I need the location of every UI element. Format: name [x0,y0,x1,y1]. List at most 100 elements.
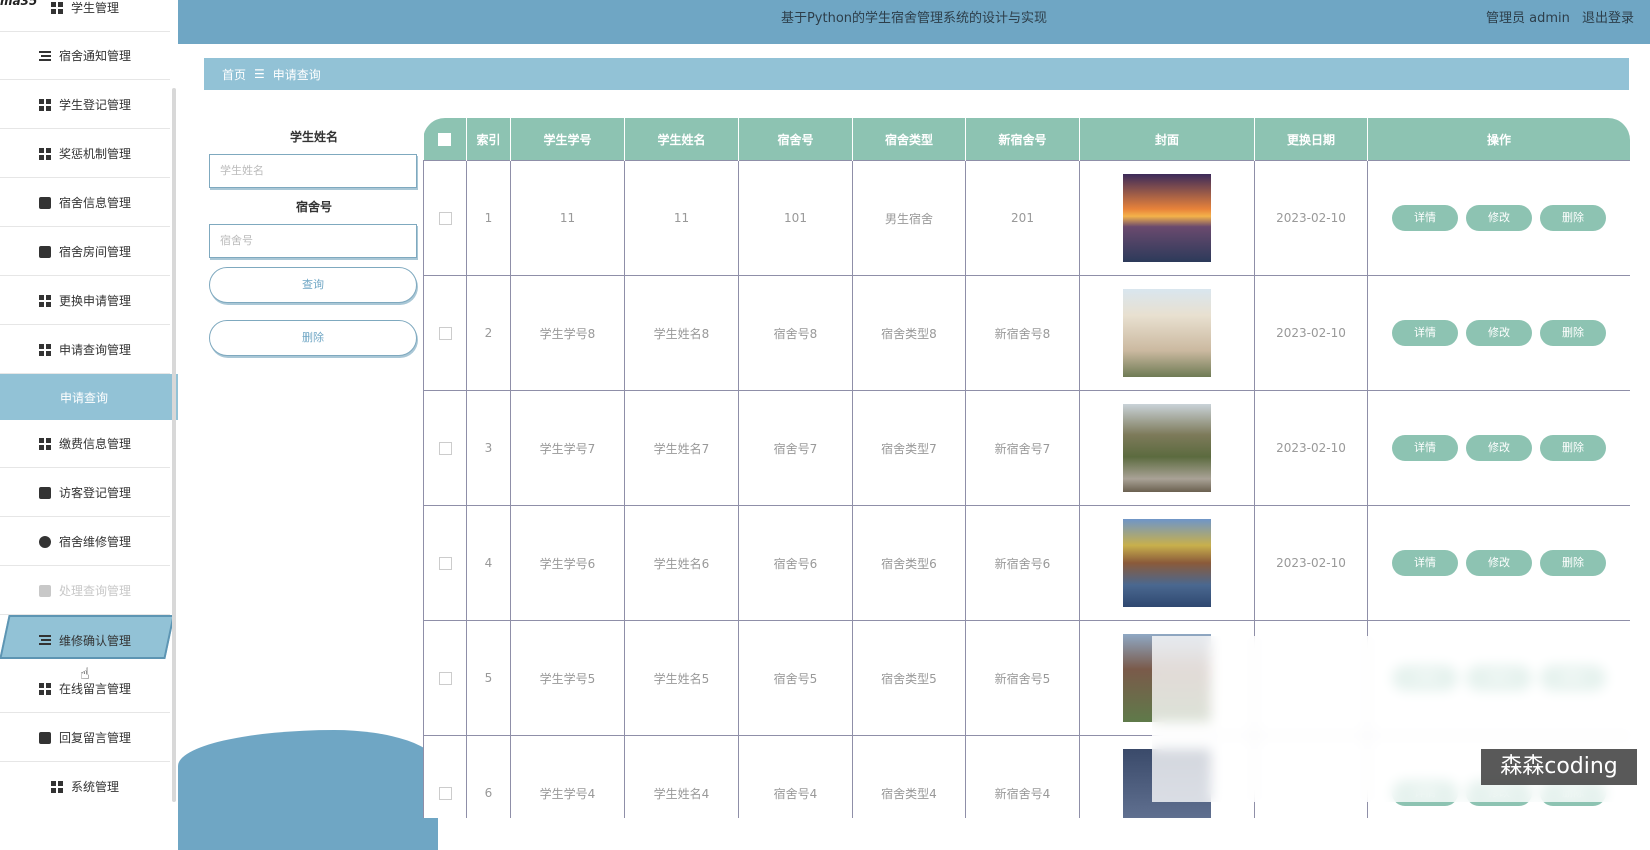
sidebar-item-system[interactable]: 系统管理 [0,763,170,802]
detail-button[interactable]: 详情 [1392,320,1458,346]
cell-student-name: 学生姓名5 [624,620,739,736]
sidebar-item-reply[interactable]: 回复留言管理 [0,714,170,762]
sidebar-item-label: 处理查询管理 [58,584,131,598]
detail-button[interactable]: 详情 [1392,205,1458,231]
table-row: 3 学生学号7 学生姓名7 宿舍号7 宿舍类型7 新宿舍号7 2023-02-10 详情 修改删… [423,390,1630,506]
sidebar-item-payment[interactable]: 缴费信息管理 [0,420,170,468]
select-all-cell[interactable] [423,118,467,161]
detail-button[interactable]: 详情 [1392,435,1458,461]
cell-actions: 详情修改删除 [1367,390,1630,506]
cell-cover [1079,160,1255,276]
room-input[interactable]: 宿舍号 [209,224,417,258]
watermark: 森森coding [1481,749,1637,785]
cell-cover [1079,390,1255,506]
cover-image [1123,289,1211,377]
cell-room-type: 宿舍类型7 [852,390,966,506]
column-header: 宿舍类型 [852,118,966,161]
edit-button[interactable]: 修改 [1466,320,1532,346]
row-checkbox-cell [423,735,467,818]
row-checkbox[interactable] [438,212,452,225]
delete-button[interactable]: 删除 [1540,320,1606,346]
breadcrumb-home[interactable]: 首页 [222,66,246,83]
cell-student-id: 学生学号7 [510,390,625,506]
cell-actions: 详情修改删除 [1367,275,1630,391]
cell-student-name: 学生姓名6 [624,505,739,621]
grid-icon [38,294,51,307]
edit-button[interactable]: 修改 [1466,205,1532,231]
cell-new-room: 新宿舍号8 [965,275,1080,391]
row-checkbox-cell [423,505,467,621]
sidebar-item-label: 系统管理 [70,780,119,794]
cell-room-type: 宿舍类型4 [852,735,966,818]
delete-button[interactable]: 删除 [1540,435,1606,461]
cell-new-room: 新宿舍号7 [965,390,1080,506]
sidebar-item-repair[interactable]: 宿舍维修管理 [0,518,170,566]
cell-student-id: 11 [510,160,625,276]
edit-button[interactable]: 修改 [1466,550,1532,576]
sidebar-item-label: 宿舍通知管理 [58,49,131,63]
sidebar-item-register[interactable]: 学生登记管理 [0,81,170,129]
sidebar-item-dorm-info[interactable]: 宿舍信息管理 [0,179,170,227]
table-row: 2 学生学号8 学生姓名8 宿舍号8 宿舍类型8 新宿舍号8 2023-02-10 详情 修改删… [423,275,1630,391]
sidebar-item-request-query[interactable]: 申请查询管理 [0,326,170,374]
cover-image [1123,519,1211,607]
select-all-checkbox[interactable] [438,133,452,146]
cell-new-room: 新宿舍号6 [965,505,1080,621]
row-checkbox[interactable] [438,557,452,570]
cell-room: 宿舍号6 [738,505,853,621]
breadcrumb-separator-icon: ☰ [254,67,265,81]
sidebar-item-repair-confirm[interactable]: 维修确认管理 [0,616,170,664]
sidebar-item-label: 申请查询管理 [58,343,131,357]
delete-button[interactable]: 删除 [1540,550,1606,576]
row-checkbox[interactable] [438,327,452,340]
sidebar-item-label: 在线留言管理 [58,682,131,696]
cell-room-type: 宿舍类型6 [852,505,966,621]
table-row: 1 11 11 101 男生宿舍 201 2023-02-10 详情 修改 删除 [423,160,1630,276]
cell-new-room: 新宿舍号4 [965,735,1080,818]
sidebar-item-process-query[interactable]: 处理查询管理 [0,567,170,615]
sidebar-item-label: 宿舍维修管理 [58,535,131,549]
chat-icon [38,486,51,499]
edit-button[interactable]: 修改 [1466,435,1532,461]
monitor-icon [38,245,51,258]
sidebar-item-visitor[interactable]: 访客登记管理 [0,469,170,517]
cell-room: 宿舍号5 [738,620,853,736]
cell-student-name: 学生姓名4 [624,735,739,818]
cell-index: 1 [466,160,511,276]
top-header: 基于Python的学生宿舍管理系统的设计与实现 管理员 admin 退出登录 [178,0,1650,44]
sidebar-item-label: 缴费信息管理 [58,437,131,451]
grid-icon [50,780,63,793]
breadcrumb: 首页 ☰ 申请查询 [204,58,1629,90]
sidebar-item-label: 宿舍房间管理 [58,245,131,259]
delete-selected-button[interactable]: 删除 [209,320,417,356]
sidebar-item-change-request[interactable]: 更换申请管理 [0,277,170,325]
cell-student-id: 学生学号5 [510,620,625,736]
grid-icon [38,437,51,450]
sidebar-item-student[interactable]: 学生管理 [0,0,170,32]
row-checkbox[interactable] [438,672,452,685]
cell-actions: 详情修改删除 [1367,160,1630,276]
cell-student-name: 学生姓名7 [624,390,739,506]
cell-student-name: 11 [624,160,739,276]
row-checkbox[interactable] [438,787,452,800]
student-name-input[interactable]: 学生姓名 [209,154,417,188]
detail-button[interactable]: 详情 [1392,550,1458,576]
hand-cursor-icon: ☝ [80,664,90,683]
logout-link[interactable]: 退出登录 [1582,11,1634,26]
cell-room: 宿舍号4 [738,735,853,818]
sidebar-item-room[interactable]: 宿舍房间管理 [0,228,170,276]
cell-room: 宿舍号7 [738,390,853,506]
student-name-label: 学生姓名 [289,130,338,144]
sidebar-item-notice[interactable]: 宿舍通知管理 [0,32,170,80]
decorative-wave [178,730,438,850]
sidebar-scrollbar[interactable] [172,88,176,802]
column-header: 新宿舍号 [965,118,1080,161]
query-button[interactable]: 查询 [209,267,417,303]
sidebar-subitem-label: 申请查询 [59,390,108,405]
delete-button[interactable]: 删除 [1540,205,1606,231]
sidebar-item-reward[interactable]: 奖惩机制管理 [0,130,170,178]
sidebar-subitem-request-query[interactable]: 申请查询 [0,374,178,420]
row-checkbox[interactable] [438,442,452,455]
app-title: 基于Python的学生宿舍管理系统的设计与实现 [780,11,1048,26]
sliders-icon [38,634,51,646]
